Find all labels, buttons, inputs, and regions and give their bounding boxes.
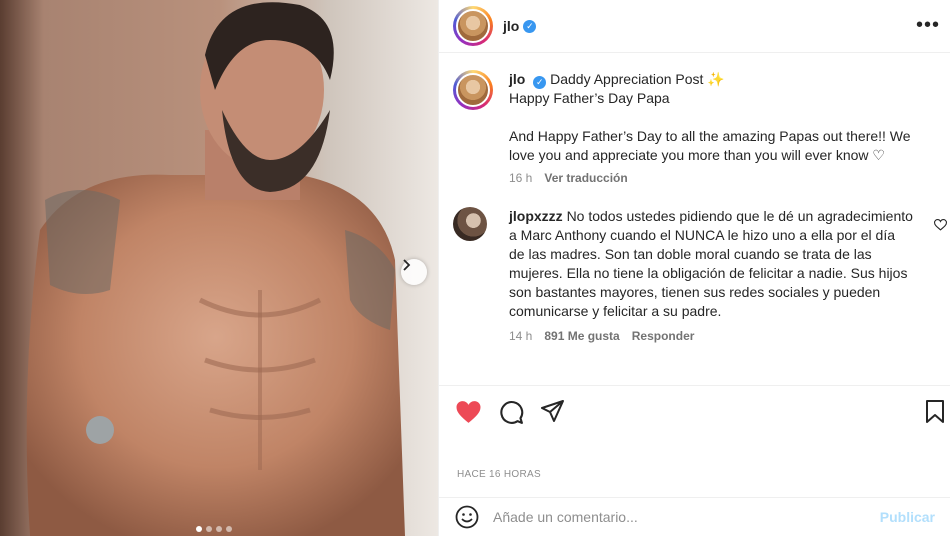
chevron-right-icon <box>403 259 411 271</box>
bookmark-icon[interactable] <box>925 400 945 424</box>
verified-badge-icon: ✓ <box>523 19 537 33</box>
verified-badge-icon: ✓ <box>533 76 547 89</box>
carousel-dot <box>206 526 212 532</box>
author-username[interactable]: jlo <box>503 18 519 34</box>
comments-list: jlo ✓ Daddy Appreciation Post ✨ Happy Fa… <box>439 55 950 385</box>
post-media <box>0 0 438 536</box>
caption-avatar[interactable] <box>453 70 493 110</box>
caption-time: 16 h <box>509 171 533 185</box>
commenter-avatar[interactable] <box>453 207 487 241</box>
emoji-icon[interactable] <box>455 505 479 529</box>
comment-item: jlopxzzz No todos ustedes pidiendo que l… <box>439 207 950 343</box>
commenter-username[interactable]: jlopxzzz <box>509 208 563 224</box>
carousel-dot <box>226 526 232 532</box>
comment-like-icon[interactable] <box>934 219 947 231</box>
author-avatar[interactable] <box>453 6 493 46</box>
publish-button[interactable]: Publicar <box>880 509 935 525</box>
carousel-dot <box>216 526 222 532</box>
comment-input[interactable] <box>493 509 880 525</box>
post-timestamp: HACE 16 HORAS <box>457 469 541 480</box>
post-panel: jlo ✓ ••• jlo ✓ Daddy Appreciation Post … <box>438 0 950 536</box>
carousel-indicator <box>196 526 232 532</box>
carousel-dot <box>196 526 202 532</box>
caption-username[interactable]: jlo <box>509 71 525 87</box>
caption-line-2: Happy Father’s Day Papa <box>509 90 670 106</box>
add-comment-bar: Publicar <box>439 497 950 536</box>
post-photo <box>0 0 438 536</box>
heart-filled-icon[interactable] <box>455 400 482 424</box>
comment-icon[interactable] <box>499 400 524 425</box>
comment-likes[interactable]: 891 Me gusta <box>544 329 619 343</box>
more-options-icon[interactable]: ••• <box>916 14 940 37</box>
next-slide-button[interactable] <box>401 259 427 285</box>
caption-line-1: Daddy Appreciation Post ✨ <box>550 71 725 87</box>
comment-time: 14 h <box>509 329 533 343</box>
caption-body: And Happy Father’s Day to all the amazin… <box>509 128 911 163</box>
caption: jlo ✓ Daddy Appreciation Post ✨ Happy Fa… <box>439 70 950 185</box>
paper-plane-icon[interactable] <box>541 400 565 422</box>
comment-text: No todos ustedes pidiendo que le dé un a… <box>509 208 913 319</box>
reply-button[interactable]: Responder <box>632 329 695 343</box>
post-header: jlo ✓ ••• <box>439 0 950 53</box>
translate-link[interactable]: Ver traducción <box>544 171 627 185</box>
action-bar <box>439 385 950 435</box>
